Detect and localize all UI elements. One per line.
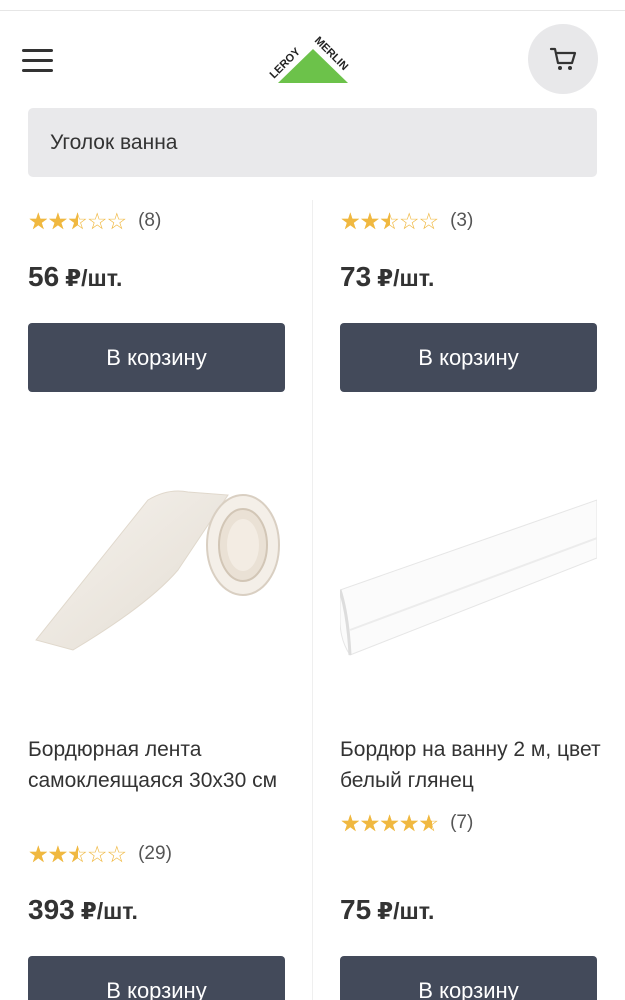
leroy-merlin-logo[interactable]: LEROY MERLIN: [268, 31, 358, 97]
header: LEROY MERLIN: [0, 11, 625, 101]
column-divider: [312, 200, 313, 1000]
rating: ☆☆☆☆☆★★★★★ (3): [340, 208, 473, 234]
review-count: (29): [138, 843, 172, 864]
product-title[interactable]: Бордюрная лента самоклеящаяся 30x30 см: [28, 734, 298, 796]
review-count: (3): [450, 210, 474, 231]
menu-line: [22, 69, 53, 72]
price: 56 ₽/шт.: [28, 261, 122, 293]
review-count: (8): [138, 210, 162, 231]
star-rating-icon: ☆☆☆☆☆★★★★★: [28, 841, 127, 867]
price-value: 56: [28, 261, 60, 292]
rating: ☆☆☆☆☆★★★★★ (29): [28, 841, 172, 867]
price: 75 ₽/шт.: [340, 894, 434, 926]
review-count: (7): [450, 812, 474, 833]
cart-button[interactable]: [528, 24, 598, 94]
product-title[interactable]: Бордюр на ванну 2 м, цвет белый глянец: [340, 734, 610, 796]
price-unit: ₽/шт.: [65, 265, 123, 291]
product-image[interactable]: [338, 440, 598, 700]
add-to-cart-button[interactable]: В корзину: [28, 956, 285, 1000]
menu-button[interactable]: [22, 49, 54, 73]
search-bar[interactable]: [28, 108, 597, 177]
add-to-cart-button[interactable]: В корзину: [340, 323, 597, 392]
search-input[interactable]: [28, 108, 597, 177]
menu-line: [22, 59, 53, 62]
price-value: 73: [340, 261, 372, 292]
add-to-cart-button[interactable]: В корзину: [340, 956, 597, 1000]
star-rating-icon: ☆☆☆☆☆★★★★★: [340, 208, 439, 234]
rating: ☆☆☆☆☆ ★★★★★ (7): [340, 810, 473, 836]
price-unit: ₽/шт.: [377, 265, 435, 291]
price: 393 ₽/шт.: [28, 894, 138, 926]
price-unit: ₽/шт.: [377, 898, 435, 924]
star-rating-icon: ☆☆☆☆☆★★★★★: [340, 810, 439, 836]
rating: ☆☆☆☆☆★★★★★ (8): [28, 208, 161, 234]
price: 73 ₽/шт.: [340, 261, 434, 293]
add-to-cart-button[interactable]: В корзину: [28, 323, 285, 392]
price-value: 393: [28, 894, 75, 925]
star-rating-icon: ☆☆☆☆☆★★★★★: [28, 208, 127, 234]
price-value: 75: [340, 894, 372, 925]
product-image[interactable]: [28, 440, 285, 700]
price-unit: ₽/шт.: [80, 898, 138, 924]
hamburger-menu-icon: [22, 49, 53, 52]
shopping-cart-icon: [549, 47, 577, 70]
